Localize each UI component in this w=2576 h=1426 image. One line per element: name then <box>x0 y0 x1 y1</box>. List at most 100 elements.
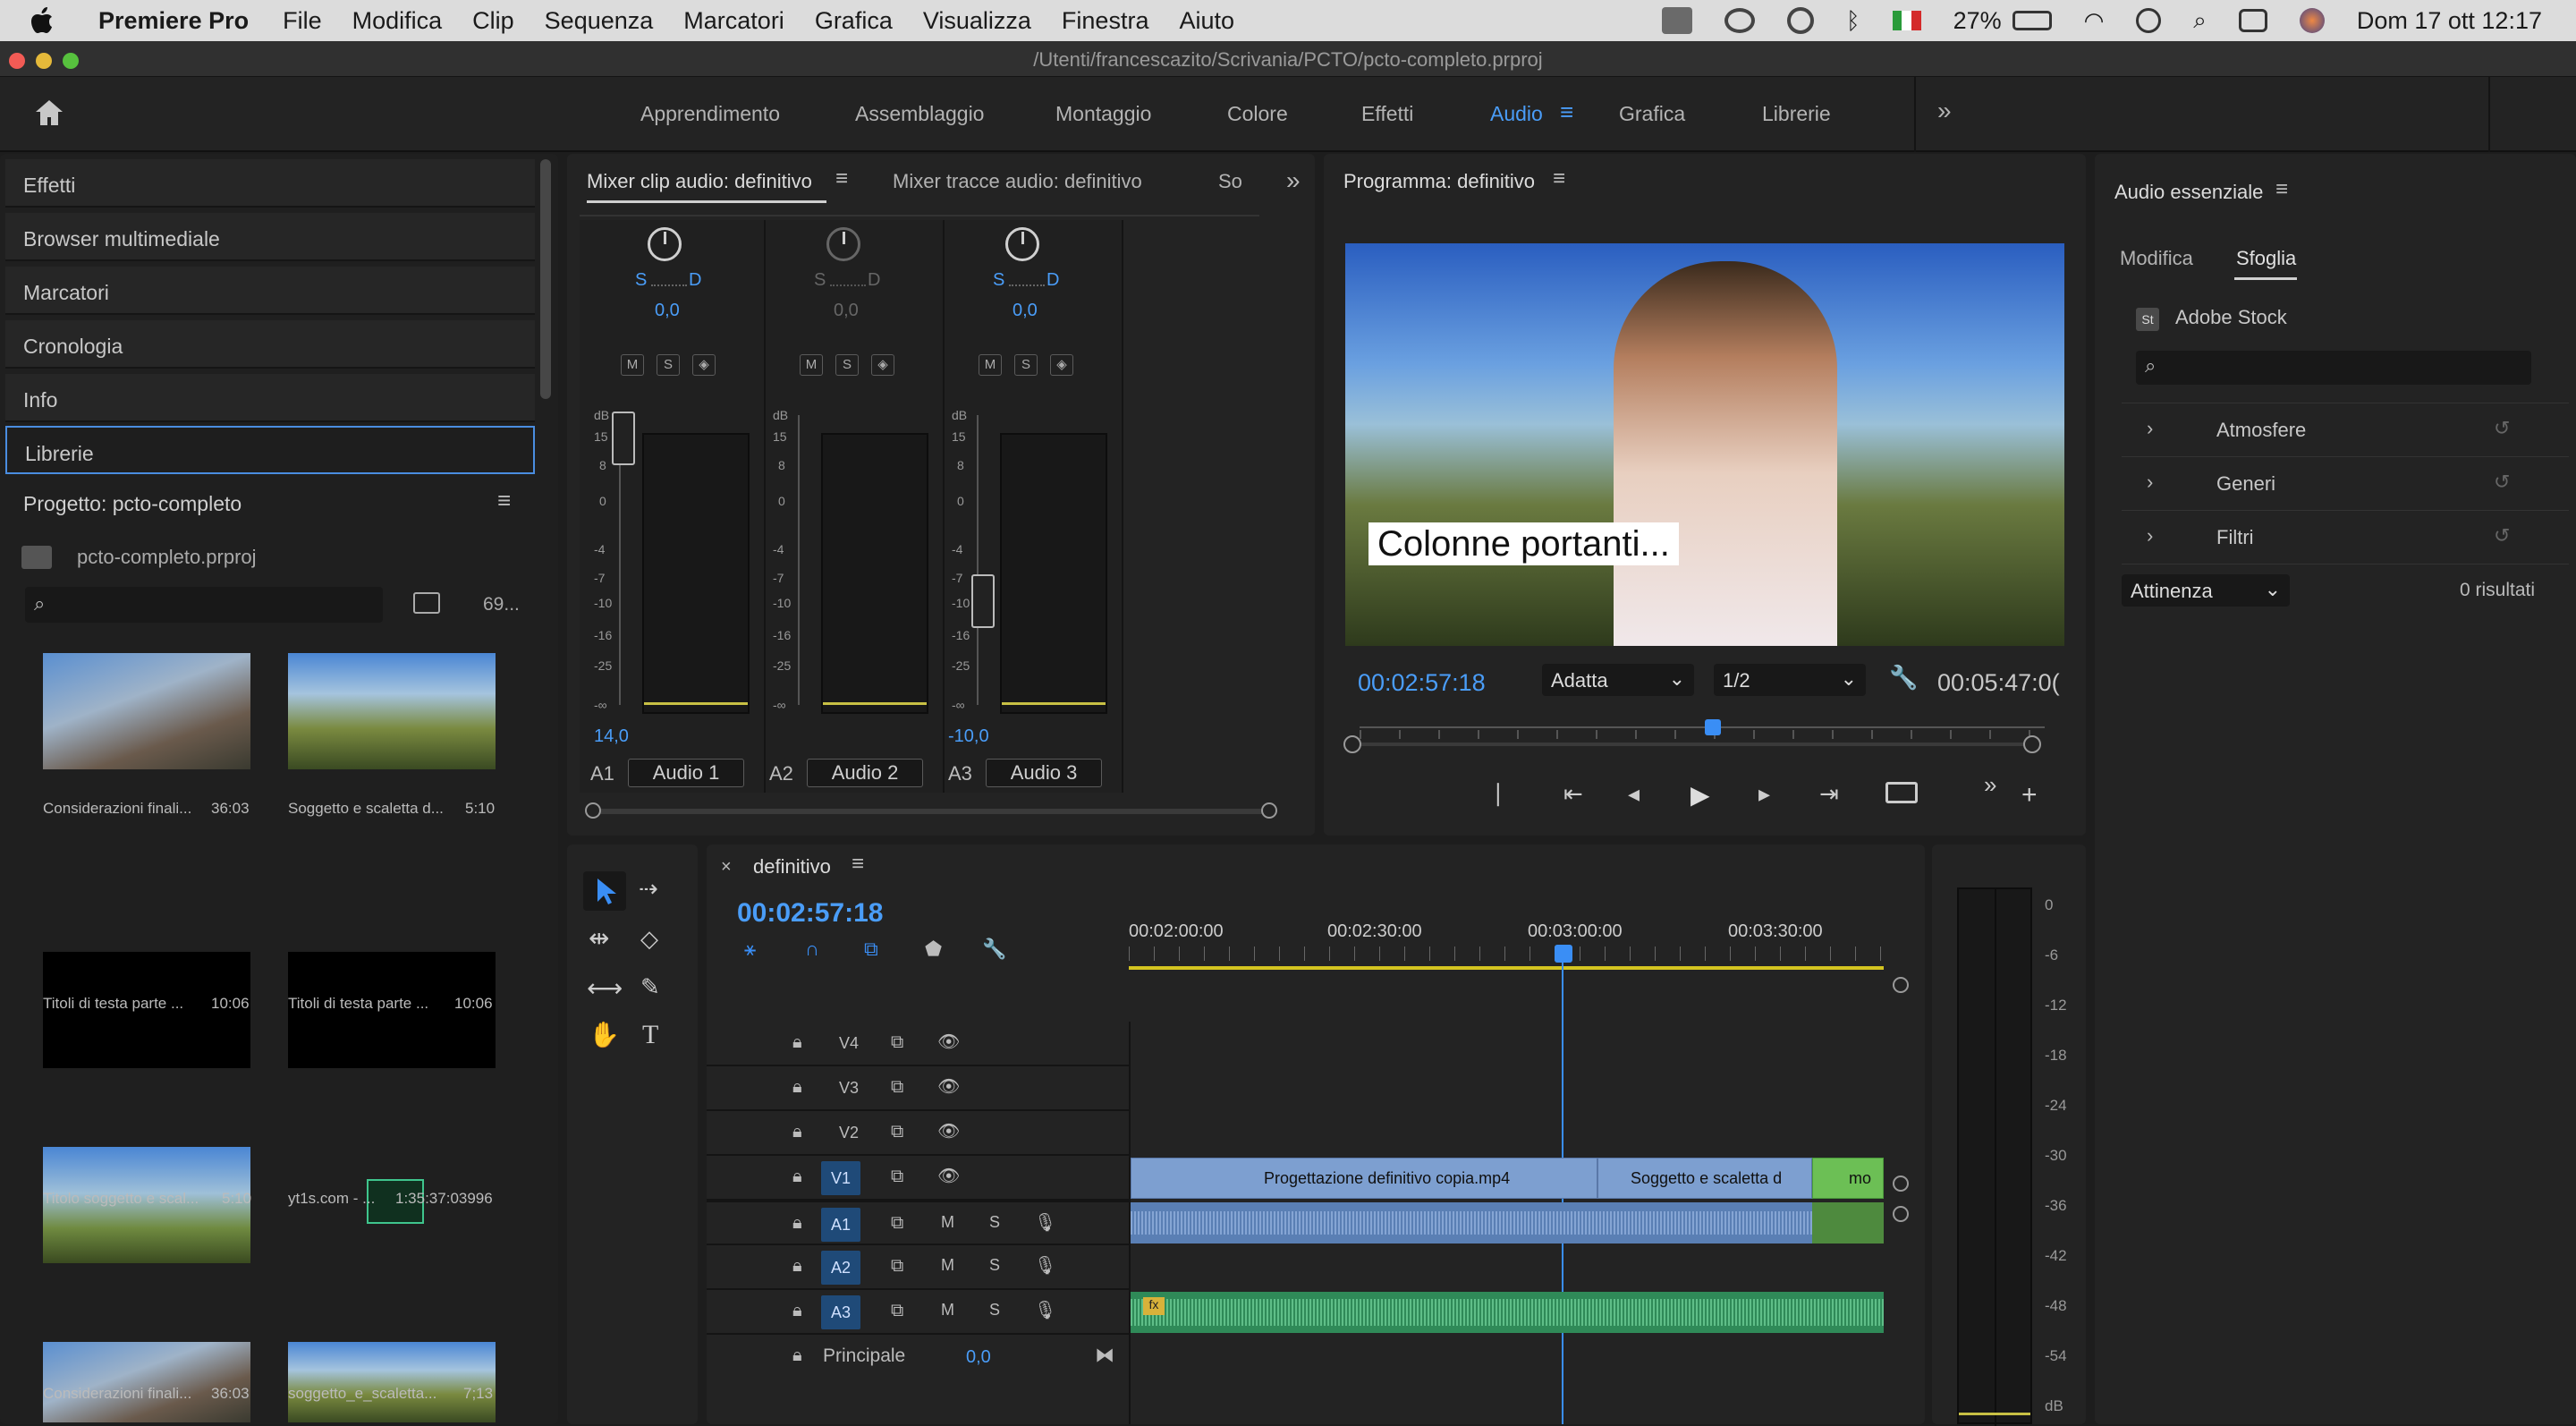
panel-marcatori[interactable]: Marcatori <box>5 267 535 315</box>
clock[interactable]: Dom 17 ott 12:17 <box>2357 7 2542 35</box>
more-workspaces-icon[interactable]: » <box>1937 97 1952 125</box>
sync-lock-icon[interactable]: ⧉ <box>891 1122 903 1142</box>
sync-lock-icon[interactable]: ⧉ <box>891 1077 903 1098</box>
spotlight-icon[interactable]: ⌕ <box>2193 6 2207 35</box>
razor-tool[interactable]: ◇ <box>640 925 658 953</box>
solo-track-button[interactable]: S <box>989 1213 1000 1232</box>
clip-thumbnail[interactable] <box>43 653 250 769</box>
workspace-colore[interactable]: Colore <box>1227 102 1288 126</box>
chevron-right-icon[interactable]: › <box>2147 417 2153 440</box>
panel-effetti[interactable]: Effetti <box>5 159 535 208</box>
menu-modifica[interactable]: Modifica <box>352 7 443 35</box>
clip-thumbnail[interactable] <box>43 1342 250 1422</box>
pan-knob-a3[interactable] <box>1005 227 1039 261</box>
timeline-playhead-handle[interactable] <box>1555 945 1572 963</box>
close-sequence-icon[interactable]: × <box>721 857 732 878</box>
pen-tool[interactable]: ✎ <box>640 973 660 1001</box>
lock-icon[interactable]: 🔒︎ <box>792 1032 802 1053</box>
project-title[interactable]: Progetto: pcto-completo <box>23 492 242 516</box>
lock-icon[interactable]: 🔒︎ <box>792 1213 802 1234</box>
master-volume-value[interactable]: 0,0 <box>966 1347 991 1368</box>
eye-icon[interactable]: 👁︎ <box>937 1075 960 1098</box>
menu-clip[interactable]: Clip <box>472 7 514 35</box>
mark-in-icon[interactable]: ⎸ <box>1497 780 1521 809</box>
lock-icon[interactable]: 🔒︎ <box>792 1256 802 1277</box>
go-to-out-icon[interactable]: ⇥ <box>1819 780 1839 808</box>
type-tool[interactable]: T <box>642 1020 658 1050</box>
track-label-a1[interactable]: A1 <box>821 1208 860 1242</box>
resolution-dropdown[interactable]: 1/2 ⌄ <box>1714 664 1866 696</box>
menu-finestra[interactable]: Finestra <box>1062 7 1149 35</box>
bin-search-icon[interactable] <box>413 592 440 614</box>
ripple-edit-tool[interactable]: ⇹ <box>589 923 609 953</box>
microphone-icon[interactable]: 🎙︎ <box>1034 1211 1056 1234</box>
eye-icon[interactable]: 👁︎ <box>937 1120 960 1142</box>
tab-mixer-clip[interactable]: Mixer clip audio: definitivo <box>587 170 812 193</box>
program-video-frame[interactable]: Colonne portanti... <box>1345 243 2064 646</box>
panel-cronologia[interactable]: Cronologia <box>5 320 535 369</box>
workspace-audio[interactable]: Audio <box>1490 102 1543 126</box>
work-area-bar[interactable] <box>1129 966 1884 970</box>
eye-icon[interactable]: 👁︎ <box>937 1031 960 1053</box>
battery-icon[interactable] <box>2012 11 2052 30</box>
timeline-settings-icon[interactable]: 🔧 <box>982 938 1006 961</box>
lock-icon[interactable]: 🔒︎ <box>792 1077 802 1098</box>
add-button-icon[interactable]: + <box>2021 780 2038 811</box>
menu-aiuto[interactable]: Aiuto <box>1179 7 1234 35</box>
tab-so[interactable]: So <box>1218 170 1242 193</box>
keyframe-button-a3[interactable]: ◈ <box>1050 354 1073 376</box>
eye-icon[interactable]: 👁︎ <box>937 1165 960 1187</box>
track-select-forward-tool[interactable]: ⇢ <box>639 875 658 903</box>
audio-clip-a3[interactable]: fx <box>1131 1292 1884 1333</box>
more-tabs-icon[interactable]: » <box>1286 166 1301 195</box>
zoom-bar[interactable] <box>1343 735 2041 753</box>
menu-visualizza[interactable]: Visualizza <box>923 7 1031 35</box>
left-scrollbar[interactable] <box>540 159 551 399</box>
video-clip-mo[interactable]: mo <box>1812 1158 1884 1199</box>
tab-menu-icon[interactable]: ≡ <box>835 166 848 191</box>
pan-value-a3[interactable]: 0,0 <box>1013 301 1038 321</box>
pan-knob-a2[interactable] <box>826 227 860 261</box>
user-icon[interactable] <box>2136 8 2162 33</box>
solo-button-a2[interactable]: S <box>835 354 859 376</box>
panel-librerie[interactable]: Librerie <box>5 426 535 474</box>
video-clip-soggetto[interactable]: Soggetto e scaletta d <box>1597 1158 1812 1199</box>
volume-value-a3[interactable]: -10,0 <box>948 726 989 747</box>
sequence-tab[interactable]: definitivo <box>753 855 831 879</box>
pan-value-a1[interactable]: 0,0 <box>655 301 680 321</box>
keyframe-button-a2[interactable]: ◈ <box>871 354 894 376</box>
menu-sequenza[interactable]: Sequenza <box>545 7 654 35</box>
category-atmosfere[interactable]: Atmosfere <box>2216 419 2306 442</box>
reset-icon[interactable]: ↺ <box>2494 471 2510 494</box>
mute-button-a2[interactable]: M <box>800 354 823 376</box>
zoom-start-handle[interactable] <box>1343 735 1361 753</box>
reset-icon[interactable]: ↺ <box>2494 417 2510 440</box>
track-name-a3[interactable]: Audio 3 <box>986 759 1102 787</box>
sync-lock-icon[interactable]: ⧉ <box>891 1167 903 1187</box>
nest-icon[interactable]: ⚹ <box>744 938 756 961</box>
flag-italy-icon[interactable] <box>1892 11 1921 30</box>
settings-wrench-icon[interactable]: 🔧 <box>1889 664 1918 692</box>
sync-icon[interactable] <box>1786 7 1814 34</box>
video-clip-progettazione[interactable]: Progettazione definitivo copia.mp4 <box>1131 1158 1597 1199</box>
program-menu-icon[interactable]: ≡ <box>1553 166 1565 191</box>
stock-search-input[interactable]: ⌕ <box>2136 351 2531 385</box>
lock-icon[interactable]: 🔒︎ <box>792 1345 802 1366</box>
sort-dropdown[interactable]: Attinenza ⌄ <box>2122 574 2290 607</box>
selection-tool[interactable] <box>583 871 626 911</box>
sequence-menu-icon[interactable]: ≡ <box>852 852 864 877</box>
fit-dropdown[interactable]: Adatta ⌄ <box>1542 664 1694 696</box>
pan-value-a2[interactable]: 0,0 <box>834 301 859 321</box>
step-forward-icon[interactable]: ▸ <box>1758 780 1770 808</box>
mixer-horizontal-scrollbar[interactable] <box>585 802 1277 819</box>
lock-icon[interactable]: 🔒︎ <box>792 1301 802 1321</box>
track-label-v1[interactable]: V1 <box>821 1161 860 1195</box>
tab-modifica[interactable]: Modifica <box>2120 247 2193 270</box>
sync-lock-icon[interactable]: ⧉ <box>891 1213 903 1234</box>
pan-knob-a1[interactable] <box>648 227 682 261</box>
go-to-in-icon[interactable]: ⇤ <box>1563 780 1583 808</box>
scroll-end-handle[interactable] <box>1261 802 1277 819</box>
scrub-bar[interactable] <box>1360 726 2045 728</box>
slip-tool[interactable]: ⟷ <box>587 973 623 1003</box>
mirror-icon[interactable]: ⧓ <box>1095 1344 1114 1367</box>
